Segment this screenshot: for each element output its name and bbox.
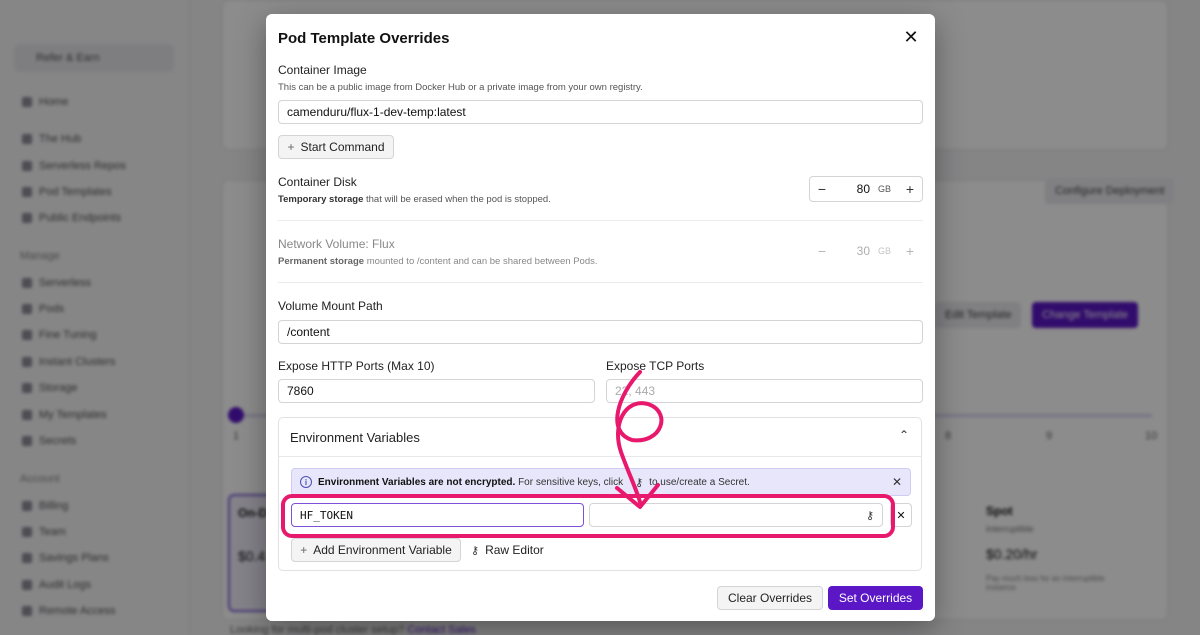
curved-arrow-icon	[615, 370, 664, 504]
highlight-rectangle-icon	[281, 494, 895, 538]
annotation-overlay	[281, 370, 895, 538]
